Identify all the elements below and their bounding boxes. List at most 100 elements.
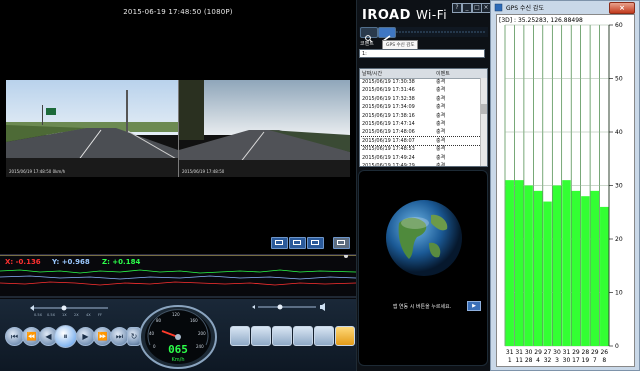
satellite-id-label: 17 <box>572 357 580 364</box>
rear-video-overlay: 2015/06/19 17:48:50 <box>182 169 225 174</box>
event-row[interactable]: 2015/06/19 17:38:16 충격 <box>360 112 481 120</box>
gps-close-button[interactable]: × <box>609 2 635 14</box>
satellite-id-label: 4 <box>536 357 540 364</box>
save-tool-button[interactable] <box>293 326 313 346</box>
video-area[interactable]: 2015/06/19 17:48:50 0km/h 2015/06/19 17:… <box>6 80 350 177</box>
event-row[interactable]: 2015/06/19 17:31:46 충격 <box>360 86 481 94</box>
globe-hint: 앱 연동 시 버튼을 누르세요. <box>392 304 452 310</box>
speed-label: 4X <box>86 313 91 317</box>
event-datetime: 2015/06/19 17:47:14 <box>362 121 415 127</box>
comment-input[interactable]: 1: <box>359 49 485 58</box>
view-rear-button[interactable] <box>289 237 306 249</box>
speedo-tick: 200 <box>198 331 206 336</box>
bar-value-label: 30 <box>553 349 561 356</box>
event-type: 충격 <box>436 112 446 119</box>
y-tick-label: 10 <box>615 290 623 297</box>
speed-label: 0.5X <box>34 313 42 317</box>
app-brand: IROAD Wi-Fi <box>362 8 447 23</box>
signal-bar <box>571 190 581 346</box>
speed-label: 0.5X <box>47 313 55 317</box>
event-datetime: 2015/06/19 17:49:29 <box>362 163 415 167</box>
event-datetime: 2015/06/19 17:31:46 <box>362 87 415 94</box>
event-row[interactable]: 2015/06/19 17:48:06 충격 <box>360 128 481 136</box>
brand-name: IROAD <box>362 8 411 23</box>
gsensor-z-value: Z: +0.184 <box>102 258 141 266</box>
playback-speed-slider[interactable] <box>30 303 110 313</box>
bar-value-label: 29 <box>591 349 599 356</box>
rear-camera-view[interactable]: 2015/06/19 17:48:50 <box>179 80 350 177</box>
event-row[interactable]: 2015/06/19 17:49:24 충격 <box>360 154 481 162</box>
event-type: 충격 <box>436 104 446 111</box>
volume-slider[interactable] <box>250 302 330 312</box>
pip-icon <box>311 240 319 245</box>
event-type: 충격 <box>436 137 446 144</box>
event-type: 충격 <box>436 163 446 167</box>
split-icon <box>337 240 345 245</box>
tab-search[interactable] <box>360 27 378 43</box>
gps-coordinates: [3D] : 35.25283, 126.88498 <box>499 17 583 24</box>
event-type: 충격 <box>436 87 446 94</box>
event-type: 충격 <box>436 154 446 161</box>
window-icon <box>494 3 503 12</box>
speed-label: 1X <box>62 313 67 317</box>
event-list[interactable]: 날짜/시간 이벤트 2015/06/19 17:30:38 충격 2015/06/1… <box>359 68 488 167</box>
speedo-tick: 120 <box>172 312 180 317</box>
y-tick-label: 50 <box>615 76 623 83</box>
bar-value-label: 26 <box>600 349 608 356</box>
event-type: 충격 <box>436 121 446 127</box>
gsensor-x-value: X: -0.136 <box>5 258 41 266</box>
speaker-icon <box>320 303 325 311</box>
event-datetime: 2015/06/19 17:48:53 <box>362 146 415 153</box>
speed-label: 2X <box>74 313 79 317</box>
gps-signal-svg: 0102030405060311311130282942732303313029… <box>504 22 623 364</box>
speed-label: FF <box>98 313 103 317</box>
satellite-id-label: 32 <box>544 357 552 364</box>
help-button[interactable]: ? <box>452 3 462 13</box>
globe-next-button[interactable]: ▶ <box>467 301 481 311</box>
signal-bar <box>600 206 609 346</box>
event-row[interactable]: 2015/06/19 17:48:07 충격 <box>360 135 482 147</box>
bar-value-label: 30 <box>525 349 533 356</box>
monitor-icon <box>275 240 283 245</box>
event-row[interactable]: 2015/06/19 17:32:38 충격 <box>360 95 481 103</box>
view-split-button[interactable] <box>333 237 350 249</box>
scrollbar-thumb[interactable] <box>481 104 487 114</box>
event-datetime: 2015/06/19 17:38:16 <box>362 112 415 119</box>
event-row[interactable]: 2015/06/19 17:48:53 충격 <box>360 145 481 153</box>
bar-value-label: 27 <box>544 349 552 356</box>
header-datetime[interactable]: 날짜/시간 <box>362 70 382 77</box>
tab-indicator <box>396 31 486 33</box>
satellite-id-label: 28 <box>525 357 533 364</box>
event-list-scrollbar[interactable] <box>480 78 487 166</box>
play-pause-button[interactable]: ⏸ <box>54 325 77 348</box>
tab-tools[interactable] <box>378 27 396 42</box>
bar-value-label: 29 <box>572 349 580 356</box>
print-tool-button[interactable] <box>272 326 292 346</box>
event-row[interactable]: 2015/06/19 17:30:38 충격 <box>360 78 481 86</box>
satellite-id-label: 8 <box>602 357 606 364</box>
event-type: 충격 <box>436 146 446 153</box>
map-tool-button[interactable] <box>314 326 334 346</box>
video-datetime: 2015-06-19 17:48:50 (1080P) <box>123 8 233 16</box>
bar-value-label: 28 <box>582 349 590 356</box>
satellite-id-label: 3 <box>555 357 559 364</box>
header-event[interactable]: 이벤트 <box>436 70 450 77</box>
event-row[interactable]: 2015/06/19 17:49:29 충격 <box>360 162 481 167</box>
view-pip-button[interactable] <box>307 237 324 249</box>
signal-bar <box>552 185 562 346</box>
settings-tool-button[interactable] <box>230 326 250 346</box>
view-front-button[interactable] <box>271 237 288 249</box>
speedo-tick: 160 <box>190 318 198 323</box>
capture-tool-button[interactable] <box>251 326 271 346</box>
gsensor-y-value: Y: +0.968 <box>52 258 90 266</box>
event-row[interactable]: 2015/06/19 17:47:14 충격 <box>360 120 481 128</box>
front-camera-view[interactable]: 2015/06/19 17:48:50 0km/h <box>6 80 178 177</box>
event-row[interactable]: 2015/06/19 17:34:09 충격 <box>360 103 481 111</box>
satellite-id-label: 11 <box>515 357 523 364</box>
comment-label: 코멘트 <box>360 41 374 47</box>
signal-bar <box>533 190 543 346</box>
rear-road-image: 2015/06/19 17:48:50 <box>179 80 350 177</box>
minimize-button[interactable]: _ <box>462 3 472 13</box>
folder-tool-button[interactable] <box>335 326 355 346</box>
gps-signal-chart: 0 10 20 30 40 50 60 31 1 31 11 30 28 29 4 27 32 30 3 31 30 29… <box>496 14 635 367</box>
